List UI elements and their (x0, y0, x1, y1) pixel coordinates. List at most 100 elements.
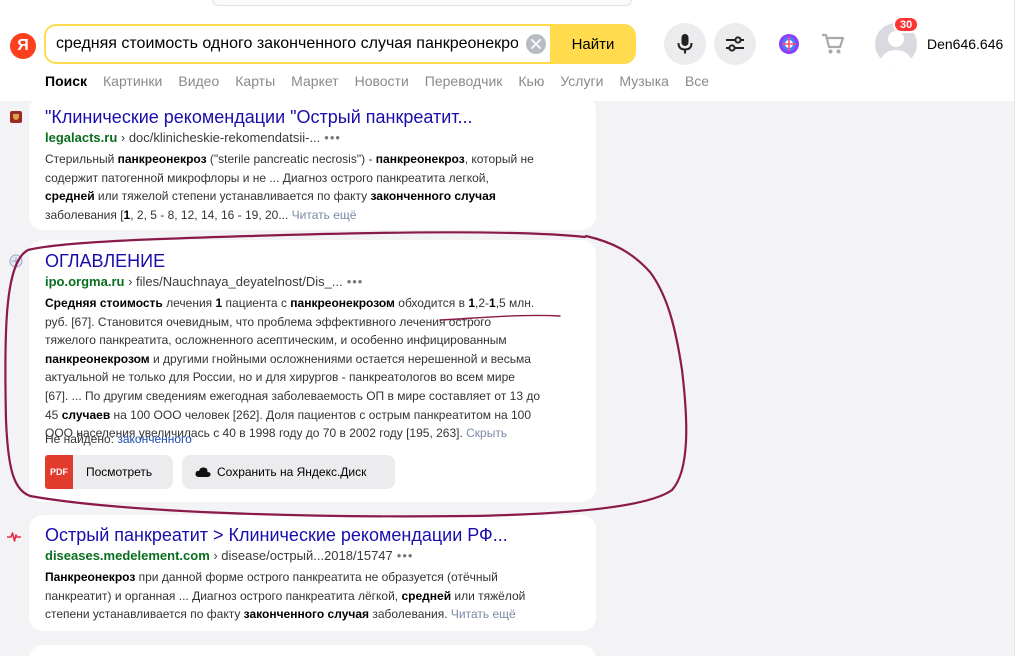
snippet-text: ,5 млн. (495, 296, 535, 310)
tab-search[interactable]: Поиск (45, 73, 87, 93)
tab-market[interactable]: Маркет (291, 73, 338, 93)
tab-images[interactable]: Картинки (103, 73, 162, 93)
highlighted-term: средней (45, 189, 95, 204)
snippet-text: и другими гнойными осложнениями остается… (149, 351, 531, 366)
tab-maps[interactable]: Карты (235, 73, 275, 93)
username[interactable]: Den646.646 (927, 36, 1003, 52)
pdf-icon: PDF (45, 455, 73, 489)
snippet-text: руб. [67]. Становится очевидным, что про… (45, 314, 492, 329)
more-options-icon[interactable]: ••• (397, 548, 414, 563)
read-more-link[interactable]: Читать ещё (292, 208, 357, 222)
highlighted-term: 1 (468, 296, 475, 310)
result-url[interactable]: ipo.orgma.ru › files/Nauchnaya_deyatelno… (45, 274, 363, 289)
cart-icon (822, 33, 845, 54)
snippet-text: лечения (162, 296, 216, 310)
alice-button[interactable] (776, 31, 802, 57)
result-url[interactable]: diseases.medelement.com › disease/острый… (45, 548, 413, 563)
snippet-text: , который не (464, 152, 534, 166)
snippet-text: ,2- (475, 296, 490, 310)
highlighted-term: панкреонекроз (375, 152, 465, 166)
more-options-icon[interactable]: ••• (324, 130, 341, 145)
search-tabs: Поиск Картинки Видео Карты Маркет Новост… (45, 73, 725, 93)
result-title-link[interactable]: "Клинические рекомендации "Острый панкре… (45, 107, 473, 128)
highlighted-term: законченного случая (243, 607, 370, 622)
filters-button[interactable] (714, 23, 756, 65)
snippet-line: содержит патогенной микрофлоры и не ... … (45, 169, 593, 188)
result-host[interactable]: diseases.medelement.com (45, 548, 210, 563)
search-box: средняя стоимость одного законченного сл… (44, 24, 636, 64)
result-title-link[interactable]: ОГЛАВЛЕНИЕ (45, 251, 165, 272)
site-favicon-icon (9, 254, 23, 268)
read-more-link[interactable]: Скрыть (466, 426, 507, 440)
result-title-link[interactable]: Острый панкреатит > Клинические рекоменд… (45, 525, 508, 546)
search-result: "Клинические рекомендации "Острый панкре… (10, 96, 596, 230)
snippet-text: на 100 ООО человек [262]. Доля пациентов… (110, 407, 532, 422)
highlighted-term: законченного случая (370, 189, 496, 204)
snippet-text: или тяжелой степени устанавливается по ф… (94, 189, 371, 204)
snippet-line: Средняя стоимость лечения 1 пациента с п… (45, 294, 593, 313)
result-snippet: Средняя стоимость лечения 1 пациента с п… (45, 294, 593, 443)
result-snippet: Панкреонекроз при данной форме острого п… (45, 568, 593, 624)
snippet-text: 45 (45, 407, 62, 422)
result-path[interactable]: › files/Nauchnaya_deyatelnost/Dis_... (124, 274, 343, 289)
header: Я средняя стоимость одного законченного … (0, 0, 1024, 101)
snippet-line: актуальной не только для России, но и дл… (45, 368, 593, 387)
save-to-disk-button[interactable]: Сохранить на Яндекс.Диск (182, 455, 395, 489)
snippet-text: тяжелого панкреатита, осложненного асепт… (45, 333, 507, 348)
search-button[interactable]: Найти (550, 26, 634, 62)
voice-search-button[interactable] (664, 23, 706, 65)
search-result-highlighted: ОГЛАВЛЕНИЕ ipo.orgma.ru › files/Nauchnay… (9, 240, 596, 502)
cart-button[interactable] (820, 31, 846, 57)
tab-music[interactable]: Музыка (619, 73, 669, 93)
clear-search-button[interactable] (526, 34, 546, 54)
snippet-text: содержит патогенной микрофлоры и не ... … (45, 170, 489, 185)
result-host[interactable]: ipo.orgma.ru (45, 274, 124, 289)
snippet-text: пациента с (222, 296, 291, 310)
snippet-line: степени устанавливается по факту законче… (45, 605, 593, 624)
result-path[interactable]: › disease/острый...2018/15747 (210, 548, 392, 563)
tab-translator[interactable]: Переводчик (425, 73, 503, 93)
snippet-line: средней или тяжелой степени устанавливае… (45, 187, 593, 206)
snippet-line: 45 случаев на 100 ООО человек [262]. Дол… (45, 406, 593, 425)
notifications-badge[interactable]: 30 (893, 16, 920, 33)
tab-all[interactable]: Все (685, 73, 709, 93)
view-pdf-button[interactable]: PDF Посмотреть (45, 455, 173, 489)
alice-icon (779, 34, 799, 54)
tab-video[interactable]: Видео (178, 73, 219, 93)
scrollbar-rail[interactable] (1014, 0, 1024, 656)
snippet-text: Стерильный (45, 152, 118, 166)
search-input[interactable]: средняя стоимость одного законченного сл… (56, 26, 518, 62)
snippet-line: тяжелого панкреатита, осложненного асепт… (45, 331, 593, 350)
search-result: Острый панкреатит > Клинические рекоменд… (7, 515, 596, 631)
read-more-link[interactable]: Читать ещё (451, 607, 516, 621)
result-host[interactable]: legalacts.ru (45, 130, 117, 145)
not-found-term-link[interactable]: законченного (117, 432, 192, 446)
more-options-icon[interactable]: ••• (347, 274, 364, 289)
snippet-line: [67]. ... По другим сведениям ежегодная … (45, 387, 593, 406)
tab-services[interactable]: Услуги (560, 73, 603, 93)
snippet-text: ("sterile pancreatic necrosis") - (206, 152, 376, 166)
tab-q[interactable]: Кью (518, 73, 544, 93)
result-path[interactable]: › doc/klinicheskie-rekomendatsii-... (117, 130, 320, 145)
highlighted-term: 1 (489, 296, 496, 310)
highlighted-term: Средняя стоимость (45, 296, 163, 310)
snippet-text: при данной форме острого панкреатита не … (135, 570, 498, 584)
not-found-line: Не найдено: законченного (45, 432, 192, 446)
snippet-line: Стерильный панкреонекроз ("sterile pancr… (45, 150, 593, 169)
snippet-line: панкреатит) и органная ... Диагноз остро… (45, 587, 593, 606)
yandex-logo[interactable]: Я (10, 33, 36, 59)
cloud-icon (195, 467, 211, 477)
tab-news[interactable]: Новости (355, 73, 409, 93)
close-icon (531, 39, 541, 49)
result-url[interactable]: legalacts.ru › doc/klinicheskie-rekomend… (45, 130, 341, 145)
highlighted-term: средней (401, 588, 452, 603)
view-label: Посмотреть (86, 465, 153, 479)
microphone-icon (677, 34, 693, 54)
snippet-text: , 2, 5 - 8, 12, 14, 16 - 19, 20... (130, 207, 292, 222)
snippet-line: руб. [67]. Становится очевидным, что про… (45, 313, 593, 332)
snippet-line: панкреонекрозом и другими гнойными ослож… (45, 350, 593, 369)
snippet-text: [67]. ... По другим сведениям ежегодная … (45, 388, 541, 403)
highlighted-term: Панкреонекроз (45, 570, 136, 584)
result-snippet: Стерильный панкреонекроз ("sterile pancr… (45, 150, 593, 224)
snippet-text: степени устанавливается по факту (45, 607, 244, 622)
